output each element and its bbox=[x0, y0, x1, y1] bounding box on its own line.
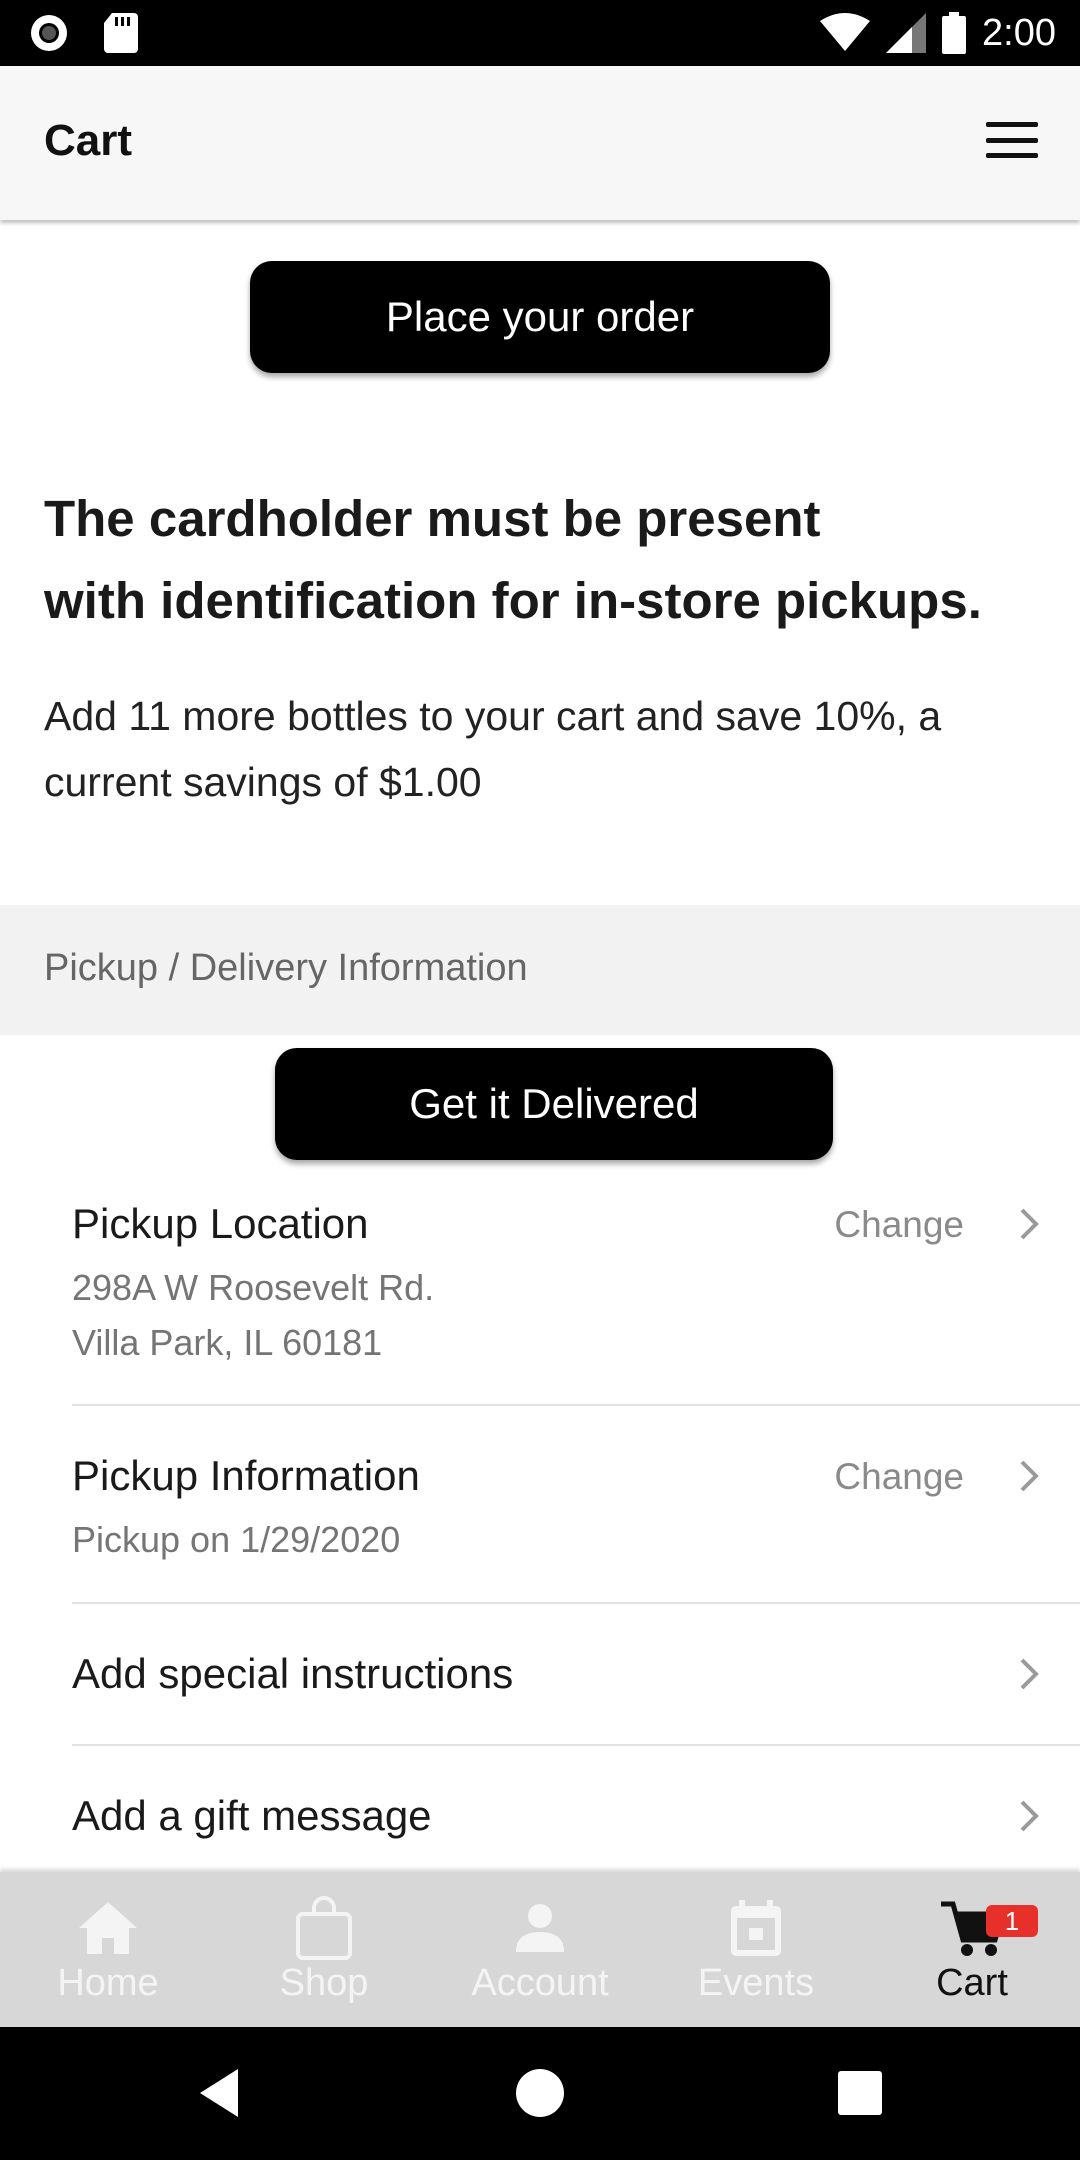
section-title: Pickup / Delivery Information bbox=[44, 947, 528, 989]
home-circle-icon[interactable] bbox=[510, 2063, 570, 2123]
pickup-information-title: Pickup Information bbox=[72, 1452, 420, 1499]
recents-icon[interactable] bbox=[830, 2063, 890, 2123]
page-title: Cart bbox=[44, 116, 133, 165]
cardholder-notice: The cardholder must be present with iden… bbox=[44, 478, 1044, 642]
divider bbox=[72, 1404, 1080, 1406]
chevron-right-icon bbox=[1020, 1658, 1039, 1690]
system-nav-bar bbox=[0, 2027, 1080, 2160]
person-icon bbox=[516, 1904, 564, 1952]
pickup-location-title: Pickup Location bbox=[72, 1200, 369, 1247]
sd-card-icon bbox=[104, 13, 138, 53]
status-time: 2:00 bbox=[982, 11, 1056, 54]
app-bar: Cart bbox=[0, 66, 1080, 220]
nav-home[interactable]: Home bbox=[0, 1872, 216, 2027]
special-instructions-row[interactable]: Add special instructions bbox=[72, 1640, 1080, 1740]
nav-events-label: Events bbox=[697, 1962, 815, 2004]
pickup-location-row[interactable]: Pickup Location 298A W Roosevelt Rd. Vil… bbox=[72, 1190, 1080, 1390]
change-location-link[interactable]: Change bbox=[834, 1204, 964, 1246]
notice-line-1: The cardholder must be present bbox=[44, 490, 821, 547]
nav-home-label: Home bbox=[57, 1962, 159, 2004]
chevron-right-icon bbox=[1020, 1800, 1039, 1832]
nav-cart[interactable]: Cart bbox=[864, 1872, 1080, 2027]
pickup-address-line-2: Villa Park, IL 60181 bbox=[72, 1322, 383, 1363]
notice-line-2: with identification for in-store pickups… bbox=[44, 572, 982, 629]
pickup-date: Pickup on 1/29/2020 bbox=[72, 1519, 401, 1560]
savings-line-1: Add 11 more bottles to your cart and sav… bbox=[44, 693, 942, 739]
get-delivered-button[interactable]: Get it Delivered bbox=[275, 1048, 833, 1160]
pickup-address-line-1: 298A W Roosevelt Rd. bbox=[72, 1267, 435, 1308]
gift-message-label: Add a gift message bbox=[72, 1792, 432, 1839]
battery-icon bbox=[942, 12, 967, 54]
savings-message: Add 11 more bottles to your cart and sav… bbox=[44, 683, 1044, 815]
divider bbox=[72, 1744, 1080, 1746]
divider bbox=[72, 1602, 1080, 1604]
cell-signal-icon bbox=[886, 13, 927, 53]
wifi-icon bbox=[820, 13, 871, 51]
shopping-bag-icon bbox=[296, 1896, 352, 1960]
calendar-icon bbox=[731, 1900, 781, 1956]
chevron-right-icon bbox=[1020, 1208, 1039, 1240]
cart-count-badge: 1 bbox=[986, 1905, 1038, 1937]
savings-line-2: current savings of $1.00 bbox=[44, 759, 482, 805]
hamburger-menu-icon[interactable] bbox=[984, 116, 1040, 164]
nav-shop-label: Shop bbox=[279, 1962, 369, 2004]
chevron-right-icon bbox=[1020, 1460, 1039, 1492]
section-header: Pickup / Delivery Information bbox=[0, 905, 1080, 1035]
pickup-information-row[interactable]: Pickup Information Pickup on 1/29/2020 C… bbox=[72, 1442, 1080, 1582]
record-icon bbox=[31, 15, 67, 51]
nav-cart-label: Cart bbox=[936, 1962, 1008, 2004]
nav-events[interactable]: Events bbox=[648, 1872, 864, 2027]
special-instructions-label: Add special instructions bbox=[72, 1650, 514, 1697]
nav-account-label: Account bbox=[471, 1962, 609, 2004]
change-pickup-info-link[interactable]: Change bbox=[834, 1456, 964, 1498]
home-icon bbox=[79, 1902, 137, 1954]
nav-account[interactable]: Account bbox=[432, 1872, 648, 2027]
status-bar: 2:00 bbox=[0, 0, 1080, 66]
nav-shop[interactable]: Shop bbox=[216, 1872, 432, 2027]
place-order-button[interactable]: Place your order bbox=[250, 261, 830, 373]
back-icon[interactable] bbox=[190, 2063, 250, 2123]
gift-message-row[interactable]: Add a gift message bbox=[72, 1782, 1080, 1872]
cart-content[interactable]: Place your order The cardholder must be … bbox=[0, 220, 1080, 1872]
bottom-nav: Home Shop Account Events Cart bbox=[0, 1872, 1080, 2027]
